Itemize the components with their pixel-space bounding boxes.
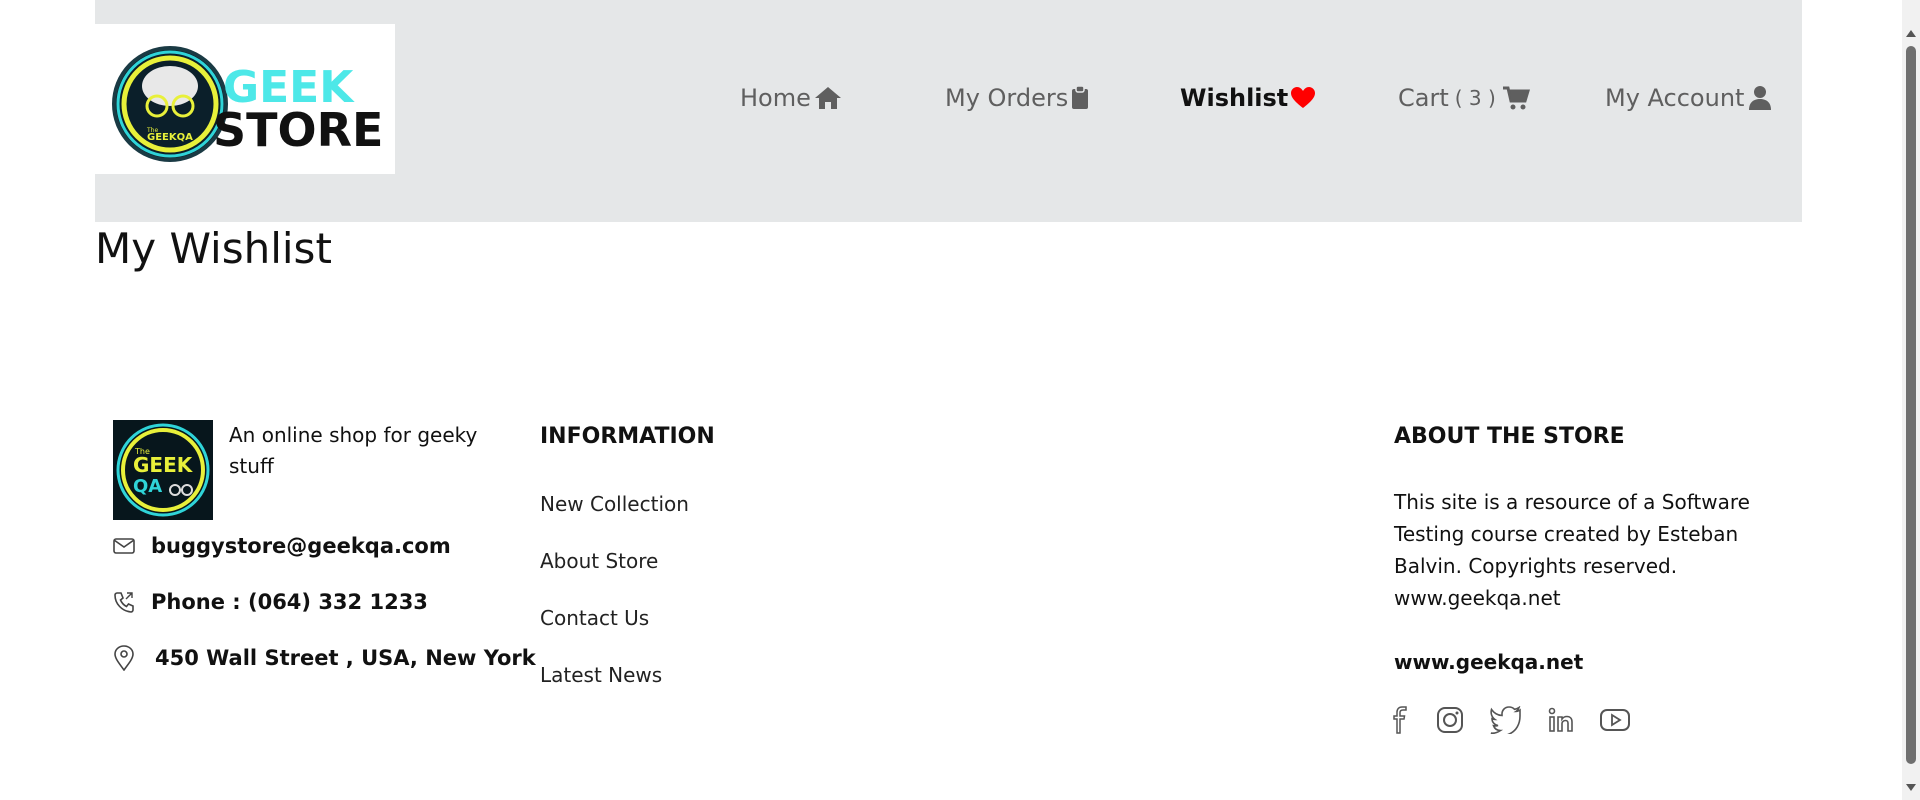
contact-email[interactable]: buggystore@geekqa.com — [113, 534, 451, 558]
nav-my-account[interactable]: My Account — [1605, 84, 1774, 112]
about-heading: ABOUT THE STORE — [1394, 424, 1625, 449]
linkedin-icon[interactable] — [1548, 706, 1574, 738]
footer-logo[interactable]: The GEEK QA — [113, 420, 213, 524]
nav-home-label: Home — [740, 84, 811, 112]
contact-address-text: 450 Wall Street , USA, New York — [155, 646, 536, 670]
link-about-store[interactable]: About Store — [540, 549, 658, 573]
facebook-icon[interactable] — [1390, 706, 1410, 738]
scroll-thumb[interactable] — [1906, 46, 1916, 764]
nav-my-account-label: My Account — [1605, 84, 1745, 112]
svg-text:GEEKQA: GEEKQA — [147, 132, 193, 143]
clipboard-icon — [1072, 85, 1089, 109]
nav-wishlist-label: Wishlist — [1180, 84, 1289, 112]
svg-text:QA: QA — [133, 476, 162, 497]
site-link[interactable]: www.geekqa.net — [1394, 650, 1583, 674]
cart-count: ( 3 ) — [1454, 86, 1496, 110]
nav-my-orders-label: My Orders — [945, 84, 1069, 112]
cart-icon — [1502, 86, 1530, 110]
social-links — [1390, 705, 1630, 738]
link-latest-news[interactable]: Latest News — [540, 663, 662, 687]
phone-icon — [113, 591, 151, 613]
instagram-icon[interactable] — [1436, 706, 1464, 738]
heart-icon — [1291, 87, 1316, 108]
about-text: This site is a resource of a Software Te… — [1394, 490, 1750, 610]
site-header: The GEEKQA GEEK STORE Home My Orders Wis… — [95, 0, 1802, 222]
svg-text:STORE: STORE — [213, 103, 383, 157]
nav-home[interactable]: Home — [740, 84, 843, 112]
home-icon — [814, 87, 841, 109]
contact-phone-text: Phone : (064) 332 1233 — [151, 590, 428, 614]
information-heading: INFORMATION — [540, 424, 715, 449]
nav-cart-label: Cart — [1398, 84, 1449, 112]
nav-wishlist[interactable]: Wishlist — [1180, 84, 1316, 112]
scroll-up-arrow-icon[interactable] — [1906, 30, 1916, 37]
contact-email-text: buggystore@geekqa.com — [151, 534, 451, 558]
twitter-icon[interactable] — [1490, 705, 1522, 738]
youtube-icon[interactable] — [1600, 706, 1630, 738]
nav-my-orders[interactable]: My Orders — [945, 84, 1090, 112]
mail-icon — [113, 537, 151, 555]
page-scrollbar[interactable] — [1902, 0, 1920, 800]
scroll-down-arrow-icon[interactable] — [1906, 784, 1916, 791]
contact-phone[interactable]: Phone : (064) 332 1233 — [113, 590, 428, 614]
link-new-collection[interactable]: New Collection — [540, 492, 689, 516]
location-pin-icon — [113, 645, 151, 671]
contact-address: 450 Wall Street , USA, New York — [113, 645, 536, 671]
link-contact-us[interactable]: Contact Us — [540, 606, 649, 630]
footer-tagline: An online shop for geeky stuff — [229, 423, 478, 478]
svg-text:GEEK: GEEK — [133, 453, 194, 477]
nav-cart[interactable]: Cart ( 3 ) — [1398, 84, 1530, 112]
store-logo[interactable]: The GEEKQA GEEK STORE — [95, 24, 395, 174]
user-icon — [1749, 86, 1772, 110]
page-title: My Wishlist — [95, 224, 332, 273]
